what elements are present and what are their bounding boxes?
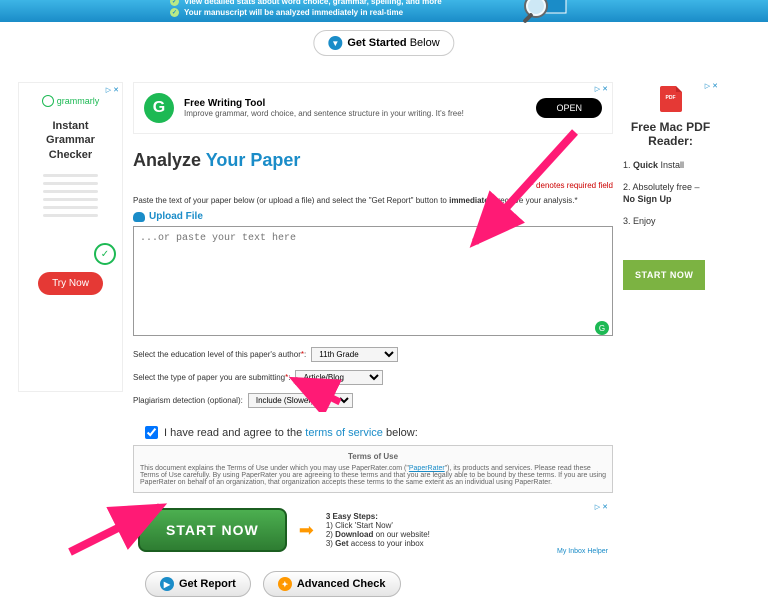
play-icon: ▶ (160, 577, 174, 591)
education-label: Select the education level of this paper… (133, 350, 306, 359)
paper-type-label: Select the type of paper you are submitt… (133, 373, 290, 382)
top-banner: ✓ View detailed stats about word choice, … (0, 0, 768, 22)
required-note: * denotes required field (133, 181, 613, 190)
ad-marker-icon[interactable]: ▷ ✕ (595, 503, 608, 511)
banner-line1: View detailed stats about word choice, g… (184, 0, 442, 6)
agree-text: I have read and agree to the terms of se… (164, 427, 418, 439)
paper-type-select[interactable]: Article/Blog (295, 370, 383, 385)
top-ad-bar: ▷ ✕ G Free Writing Tool Improve grammar,… (133, 82, 613, 134)
grammarly-logo: grammarly (27, 95, 114, 107)
upload-file-link[interactable]: Upload File (133, 211, 613, 222)
plus-icon: ✦ (278, 577, 292, 591)
tos-box: Terms of Use This document explains the … (133, 445, 613, 493)
right-ad-item: 2. Absolutely free – (623, 182, 718, 192)
right-ad-item: 1. Quick Install (623, 160, 718, 170)
check-circle-icon: ✓ (94, 243, 116, 265)
cloud-upload-icon (133, 212, 145, 222)
tos-link[interactable]: terms of service (305, 427, 383, 439)
start-now-right-button[interactable]: START NOW (623, 260, 705, 290)
grammarly-icon: G (144, 93, 174, 123)
banner-line2: Your manuscript will be analyzed immedia… (184, 8, 403, 17)
paperrater-link[interactable]: PaperRater (409, 465, 445, 472)
top-ad-title: Free Writing Tool (184, 98, 526, 109)
pdf-icon: PDF (660, 86, 682, 112)
education-select[interactable]: 11th Grade (311, 347, 398, 362)
right-ad-title: Free Mac PDF Reader: (623, 120, 718, 148)
grammarly-badge-icon: G (595, 321, 609, 335)
left-ad-title: Instant Grammar Checker (27, 119, 114, 162)
right-sidebar-ad: ▷ ✕ PDF Free Mac PDF Reader: 1. Quick In… (623, 82, 718, 597)
down-arrow-icon: ▼ (328, 36, 342, 50)
main-column: ▷ ✕ G Free Writing Tool Improve grammar,… (133, 82, 613, 597)
paper-text-input[interactable] (133, 226, 613, 336)
top-ad-desc: Improve grammar, word choice, and senten… (184, 109, 464, 118)
plagiarism-select[interactable]: Include (Slower) (248, 393, 353, 408)
steps-list: 3 Easy Steps: 1) Click 'Start Now' 2) Do… (326, 512, 430, 548)
start-now-button[interactable]: START NOW (138, 508, 287, 552)
orange-arrow-icon: ➡ (299, 520, 314, 541)
try-now-button[interactable]: Try Now (38, 272, 103, 295)
decorative-lines (27, 174, 114, 217)
ad-marker-icon[interactable]: ▷ ✕ (705, 82, 718, 90)
no-signup-label: No Sign Up (623, 194, 718, 204)
left-sidebar-ad: ▷ ✕ grammarly Instant Grammar Checker ✓ … (18, 82, 123, 392)
check-icon: ✓ (170, 0, 179, 6)
right-ad-item: 3. Enjoy (623, 216, 718, 226)
plagiarism-label: Plagiarism detection (optional): (133, 396, 243, 405)
page-title: Analyze Your Paper (133, 150, 613, 171)
ad-marker-icon[interactable]: ▷ ✕ (595, 85, 608, 93)
instructions: Paste the text of your paper below (or u… (133, 196, 613, 205)
helper-link[interactable]: My Inbox Helper (557, 548, 608, 555)
agree-checkbox[interactable] (145, 426, 158, 439)
ad-marker-icon[interactable]: ▷ ✕ (106, 86, 119, 94)
open-button[interactable]: OPEN (536, 98, 602, 118)
check-icon: ✓ (170, 8, 179, 17)
advanced-check-button[interactable]: ✦ Advanced Check (263, 571, 401, 597)
tos-title: Terms of Use (140, 452, 606, 461)
get-started-button[interactable]: ▼ Get Started Below (313, 30, 454, 56)
bottom-ad: ▷ ✕ START NOW ➡ 3 Easy Steps: 1) Click '… (133, 503, 613, 557)
get-report-button[interactable]: ▶ Get Report (145, 571, 251, 597)
